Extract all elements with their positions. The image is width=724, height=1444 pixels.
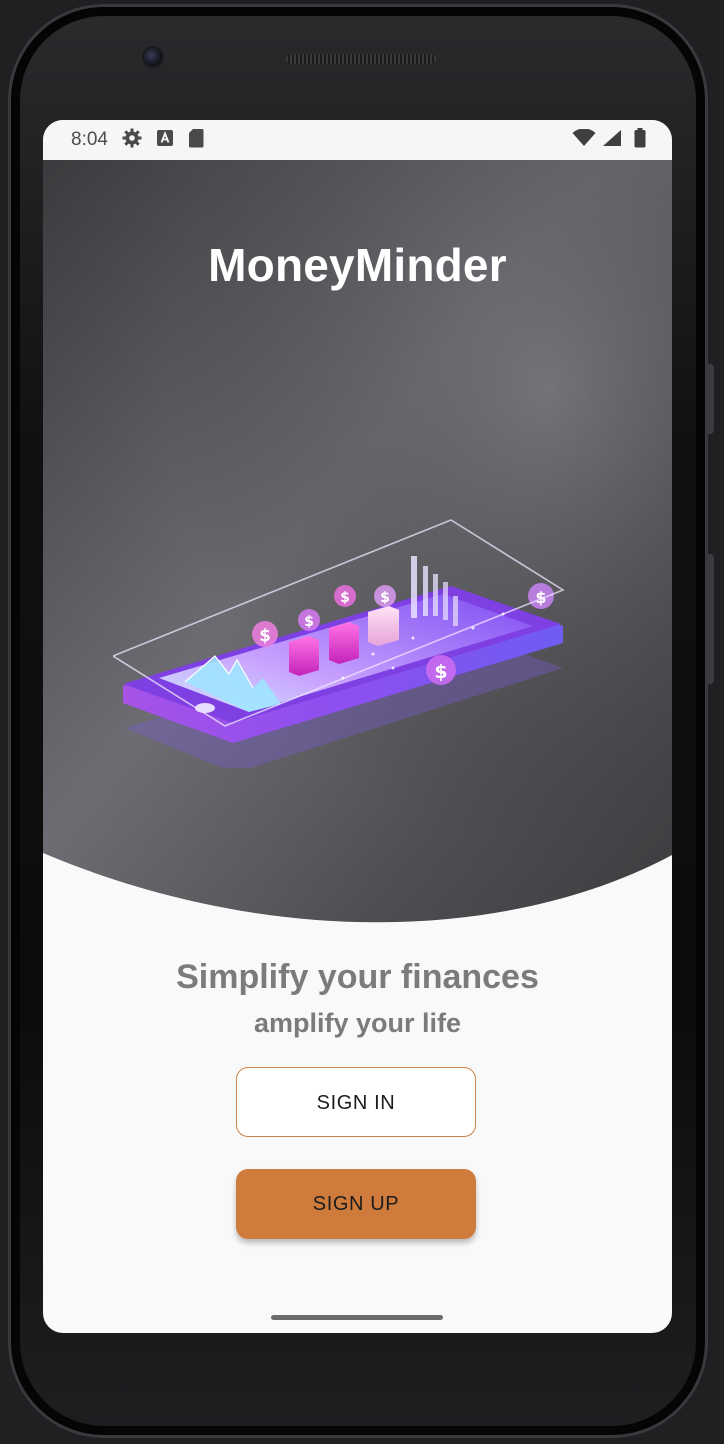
phone-frame: 8:04 MoneyMinder $ $ $ $ $ $ Simplify yo… [8,4,714,1438]
finance-illustration: $ $ $ $ $ $ [113,519,565,768]
svg-text:$: $ [434,661,447,683]
subtagline: amplify your life [253,1008,462,1038]
signal-icon [602,129,622,152]
hero-section: MoneyMinder $ $ $ $ $ $ [43,160,672,950]
status-time: 8:04 [71,129,108,150]
volume-button [708,364,714,434]
svg-text:$: $ [259,626,271,646]
sd-card-icon [188,128,204,153]
status-right-icons [572,127,646,153]
sign-up-button[interactable]: SIGN UP [236,1169,476,1239]
tagline: Simplify your finances [176,958,539,996]
home-indicator[interactable] [271,1315,443,1320]
app-title: MoneyMinder [208,239,507,291]
app-screen: 8:04 MoneyMinder $ $ $ $ $ $ Simplify yo… [43,120,672,1333]
earpiece-speaker [286,54,436,64]
a-badge-icon [156,129,174,152]
status-bar: 8:04 [43,120,672,160]
front-camera [144,48,162,66]
sign-in-button[interactable]: SIGN IN [236,1067,476,1137]
wifi-icon [572,128,596,152]
svg-text:$: $ [304,614,314,630]
svg-text:$: $ [340,590,350,606]
power-button [708,554,714,684]
svg-text:$: $ [380,590,390,606]
settings-icon [122,128,142,153]
battery-icon [634,127,646,153]
